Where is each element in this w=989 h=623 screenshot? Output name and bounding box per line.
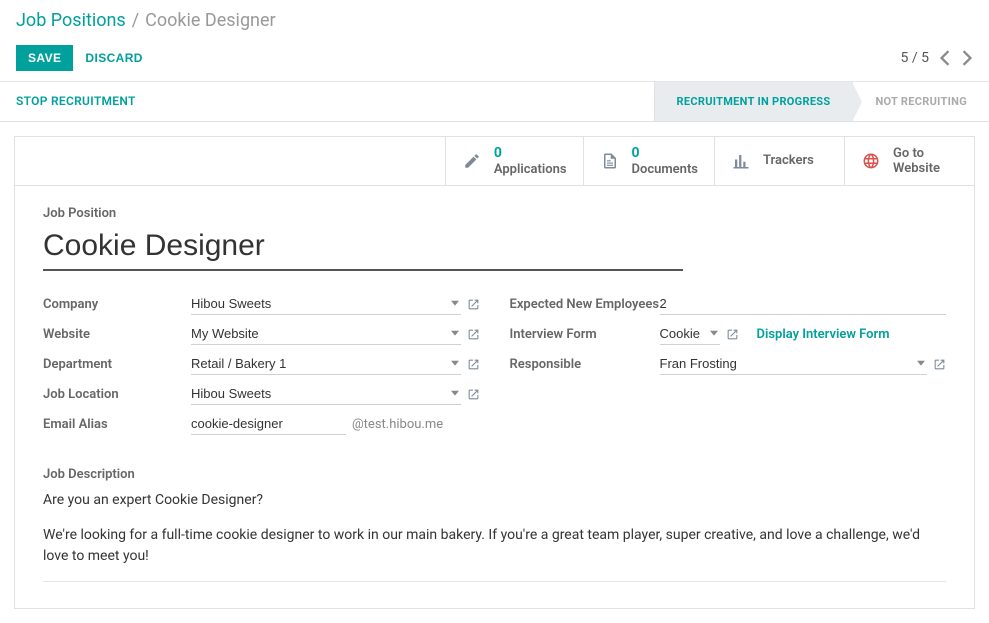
company-label: Company	[43, 297, 191, 312]
display-interview-form-link[interactable]: Display Interview Form	[757, 327, 890, 342]
pager-prev[interactable]	[939, 50, 951, 66]
email-domain: @test.hibou.me	[352, 417, 443, 432]
external-link-icon[interactable]	[726, 328, 739, 341]
form-card: 0 Applications 0 Documents Trackers	[14, 136, 975, 609]
action-bar: SAVE DISCARD 5 / 5	[0, 39, 989, 82]
job-location-field[interactable]	[191, 383, 461, 405]
website-field[interactable]	[191, 323, 461, 345]
email-alias-label: Email Alias	[43, 417, 191, 432]
pager-text: 5 / 5	[901, 50, 929, 66]
department-label: Department	[43, 357, 191, 372]
description-paragraph: We're looking for a full-time cookie des…	[43, 525, 946, 567]
company-field[interactable]	[191, 293, 461, 315]
breadcrumb-current: Cookie Designer	[145, 10, 275, 31]
breadcrumb: Job Positions / Cookie Designer	[0, 0, 989, 39]
department-field[interactable]	[191, 353, 461, 375]
trackers-label: Trackers	[763, 153, 814, 169]
website-label-2: Website	[893, 161, 940, 177]
breadcrumb-parent[interactable]: Job Positions	[16, 10, 126, 31]
globe-icon	[861, 152, 881, 170]
responsible-label: Responsible	[510, 357, 660, 372]
trackers-stat-button[interactable]: Trackers	[714, 137, 844, 185]
external-link-icon[interactable]	[933, 358, 946, 371]
breadcrumb-separator: /	[132, 10, 139, 31]
external-link-icon[interactable]	[467, 298, 480, 311]
pager: 5 / 5	[901, 50, 973, 66]
document-icon	[600, 152, 620, 170]
email-alias-field[interactable]	[191, 413, 346, 435]
applications-count: 0	[494, 145, 567, 162]
external-link-icon[interactable]	[467, 388, 480, 401]
external-link-icon[interactable]	[467, 328, 480, 341]
stage-recruitment-in-progress[interactable]: RECRUITMENT IN PROGRESS	[654, 82, 853, 121]
job-description-editor[interactable]: Are you an expert Cookie Designer? We're…	[43, 490, 946, 582]
status-bar: STOP RECRUITMENT RECRUITMENT IN PROGRESS…	[0, 82, 989, 122]
bar-chart-icon	[731, 152, 751, 170]
documents-count: 0	[632, 145, 698, 162]
applications-stat-button[interactable]: 0 Applications	[445, 137, 583, 185]
job-position-label: Job Position	[43, 206, 946, 221]
pager-next[interactable]	[961, 50, 973, 66]
website-label-1: Go to	[893, 146, 940, 162]
stop-recruitment-button[interactable]: STOP RECRUITMENT	[16, 94, 136, 108]
pencil-icon	[462, 152, 482, 170]
stage-label: RECRUITMENT IN PROGRESS	[677, 95, 831, 108]
applications-label: Applications	[494, 162, 567, 178]
job-description-label: Job Description	[43, 467, 946, 482]
description-paragraph: Are you an expert Cookie Designer?	[43, 490, 946, 511]
stat-button-row: 0 Applications 0 Documents Trackers	[15, 137, 974, 186]
expected-employees-label: Expected New Employees	[510, 297, 660, 312]
discard-button[interactable]: DISCARD	[85, 51, 142, 65]
external-link-icon[interactable]	[467, 358, 480, 371]
job-location-label: Job Location	[43, 387, 191, 402]
stage-not-recruiting[interactable]: NOT RECRUITING	[852, 82, 989, 121]
expected-employees-field[interactable]	[660, 293, 947, 315]
website-label: Website	[43, 327, 191, 342]
website-stat-button[interactable]: Go to Website	[844, 137, 974, 185]
save-button[interactable]: SAVE	[16, 45, 73, 71]
interview-form-field[interactable]	[660, 323, 720, 345]
documents-label: Documents	[632, 162, 698, 178]
interview-form-label: Interview Form	[510, 327, 660, 342]
responsible-field[interactable]	[660, 353, 928, 375]
job-position-input[interactable]	[43, 225, 683, 271]
documents-stat-button[interactable]: 0 Documents	[583, 137, 714, 185]
stage-label: NOT RECRUITING	[875, 95, 967, 108]
